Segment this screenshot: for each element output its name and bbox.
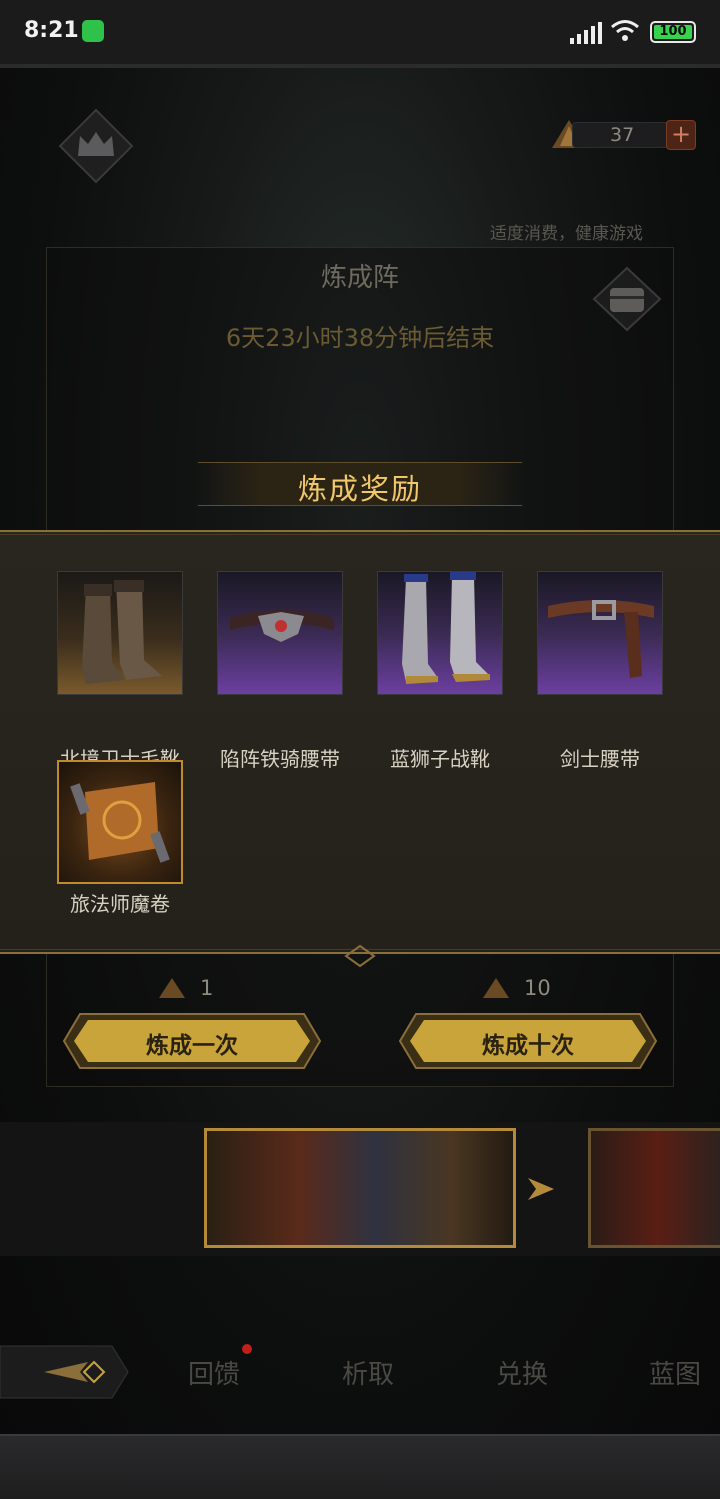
currency-value: 37 [610, 124, 635, 146]
reward-item-name: 旅法师魔卷 [70, 892, 170, 916]
status-time: 8:21 [24, 18, 79, 43]
wifi-icon [611, 20, 639, 41]
currency-counter: 37 + [550, 118, 698, 152]
refine-ten-button[interactable]: 炼成十次 [398, 1012, 658, 1070]
activity-card-next[interactable] [588, 1128, 720, 1248]
health-notice: 适度消费，健康游戏 [490, 224, 643, 244]
refine-ten-label: 炼成十次 [482, 1033, 574, 1059]
battery-level: 100 [654, 25, 692, 39]
status-bar: 8:21 100 [0, 0, 720, 64]
tab-exchange[interactable]: 兑换 [496, 1354, 548, 1391]
tab-extract[interactable]: 析取 [342, 1354, 394, 1391]
crown-icon[interactable] [58, 108, 134, 184]
footer-frame [0, 1434, 720, 1499]
refine-ten-cost-value: 10 [524, 976, 551, 1000]
tab-feedback[interactable]: 回馈 [188, 1354, 240, 1391]
notification-dot [242, 1344, 252, 1354]
bottom-nav: 回馈 析取 兑换 蓝图 [0, 1330, 720, 1416]
refine-once-button[interactable]: 炼成一次 [62, 1012, 322, 1070]
refine-stone-icon [483, 978, 509, 998]
refine-ten-cost: 10 [482, 976, 551, 1000]
refine-once-cost-value: 1 [200, 976, 214, 1000]
swordsman-belt-icon [537, 571, 663, 695]
activity-card[interactable] [204, 1128, 516, 1248]
signal-icon [570, 22, 602, 44]
tab-blueprint[interactable]: 蓝图 [649, 1354, 701, 1391]
app-notification-icon [82, 20, 104, 42]
back-button[interactable] [0, 1340, 130, 1404]
ornament-diamond-icon [344, 944, 376, 968]
fur-boots-icon [57, 571, 183, 695]
reward-title: 炼成奖励 [297, 472, 422, 506]
reward-item-name: 剑士腰带 [560, 747, 640, 771]
event-countdown: 6天23小时38分钟后结束 [225, 324, 495, 352]
iron-cavalry-belt-icon [217, 571, 343, 695]
chevron-right-icon[interactable] [524, 1172, 558, 1206]
mage-scroll-icon [57, 760, 183, 884]
refine-once-label: 炼成一次 [146, 1033, 238, 1059]
refine-stone-icon [159, 978, 185, 998]
reward-item-name: 蓝狮子战靴 [390, 747, 490, 771]
reward-item-name: 陷阵铁骑腰带 [220, 747, 340, 771]
add-currency-button[interactable]: + [666, 120, 696, 150]
blue-lion-boots-icon [377, 571, 503, 695]
refine-once-cost: 1 [158, 976, 213, 1000]
battery-icon: 100 [650, 21, 696, 43]
